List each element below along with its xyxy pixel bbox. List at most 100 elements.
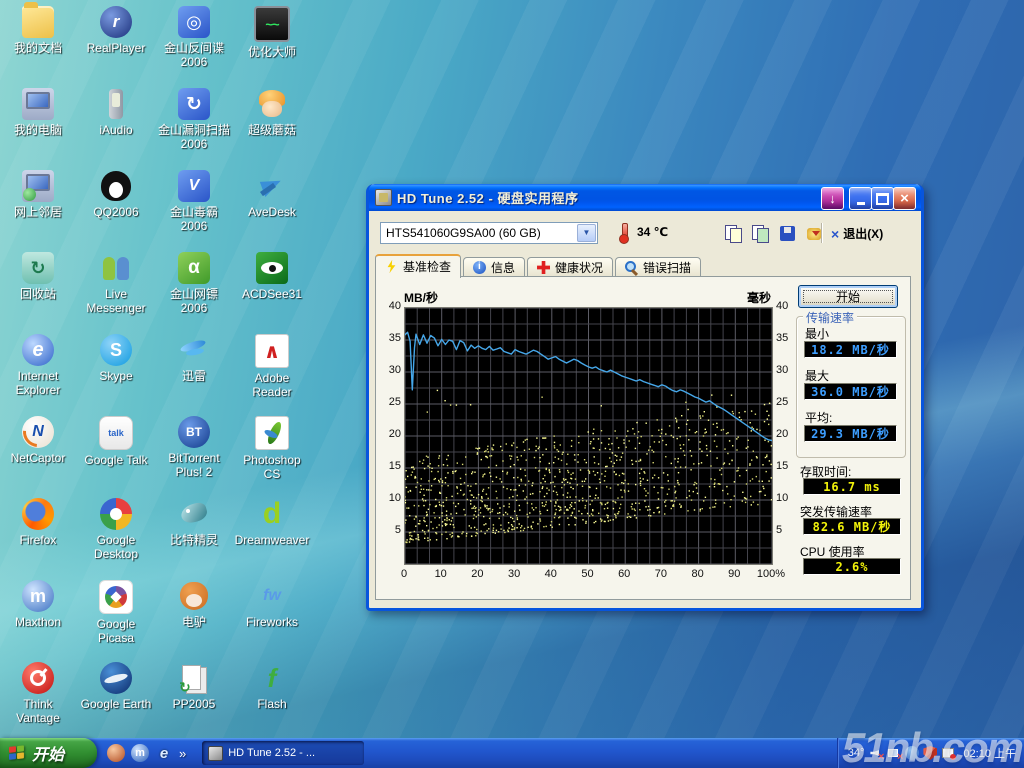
- google-desktop-icon[interactable]: [100, 498, 132, 530]
- desktop-icon-kingsoft-netshield[interactable]: 金山网镖 2006: [156, 252, 232, 315]
- bitspirit-icon[interactable]: [178, 498, 210, 530]
- close-button[interactable]: ×: [893, 187, 916, 210]
- copy-icon[interactable]: [721, 222, 746, 246]
- desktop-icon-maxthon[interactable]: Maxthon: [0, 580, 76, 629]
- google-earth-icon[interactable]: [100, 662, 132, 694]
- start-button[interactable]: 开始: [0, 738, 97, 768]
- desktop-icon-kingsoft-duba[interactable]: 金山毒霸 2006: [156, 170, 232, 233]
- desktop-icon-qq2006[interactable]: QQ2006: [78, 170, 154, 219]
- desktop-icon-kingsoft-scan[interactable]: 金山漏洞扫描 2006: [156, 88, 232, 151]
- iaudio-icon[interactable]: [100, 88, 132, 120]
- tray-task-scheduler-icon[interactable]: [941, 746, 955, 760]
- minimize-button[interactable]: [849, 187, 872, 210]
- youhua-dashi-icon[interactable]: [254, 6, 290, 42]
- live-messenger-icon[interactable]: [100, 252, 132, 284]
- desktop-icon-iaudio[interactable]: iAudio: [78, 88, 154, 137]
- emule-icon[interactable]: [178, 580, 210, 612]
- desktop-icon-dreamweaver[interactable]: Dreamweaver: [234, 498, 310, 547]
- tray-volume-muted-icon[interactable]: [869, 746, 883, 760]
- desktop-icon-thinkvantage[interactable]: Think Vantage: [0, 662, 76, 725]
- my-computer-icon[interactable]: [22, 88, 54, 120]
- acdsee-icon[interactable]: [256, 252, 288, 284]
- desktop-icon-xunlei[interactable]: 迅雷: [156, 334, 232, 383]
- tray-security-shield-icon[interactable]: [923, 746, 937, 760]
- kingsoft-scan-icon[interactable]: [178, 88, 210, 120]
- tab-benchmark[interactable]: 基准检查: [375, 254, 461, 278]
- desktop-icon-google-picasa[interactable]: Google Picasa: [78, 580, 154, 645]
- desktop-icon-pp2005[interactable]: PP2005: [156, 662, 232, 711]
- quick-launch-browser-swirl-icon[interactable]: [107, 744, 125, 762]
- maximize-button[interactable]: [871, 187, 894, 210]
- adobe-reader-icon[interactable]: [255, 334, 289, 368]
- skype-icon[interactable]: [100, 334, 132, 366]
- netcaptor-icon[interactable]: [22, 416, 54, 448]
- download-arrow-button[interactable]: ↓: [821, 187, 844, 210]
- desktop-icon-google-talk[interactable]: Google Talk: [78, 416, 154, 467]
- desktop-icon-bittorrent[interactable]: BitTorrent Plus! 2: [156, 416, 232, 479]
- tab-health[interactable]: 健康状况: [527, 257, 613, 278]
- network-places-icon[interactable]: [22, 170, 54, 202]
- super-mushroom-icon[interactable]: [256, 88, 288, 120]
- desktop-icon-firefox[interactable]: Firefox: [0, 498, 76, 547]
- doc-folder-icon[interactable]: [22, 6, 54, 38]
- desktop-icon-kingsoft-antispy[interactable]: 金山反间谍 2006: [156, 6, 232, 69]
- desktop-icon-youhua-dashi[interactable]: 优化大师: [234, 6, 310, 59]
- kingsoft-netshield-icon[interactable]: [178, 252, 210, 284]
- desktop-icon-bitspirit[interactable]: 比特精灵: [156, 498, 232, 547]
- photoshop-icon[interactable]: [255, 416, 289, 450]
- exit-button[interactable]: × 退出(X): [831, 225, 883, 242]
- bittorrent-icon[interactable]: [178, 416, 210, 448]
- kingsoft-duba-icon[interactable]: [178, 170, 210, 202]
- taskbar-task-button-hdtune[interactable]: HD Tune 2.52 - ...: [202, 741, 364, 765]
- window-titlebar[interactable]: HD Tune 2.52 - 硬盘实用程序 ↓ ×: [369, 184, 921, 211]
- desktop-icon-google-earth[interactable]: Google Earth: [78, 662, 154, 711]
- desktop-icon-fireworks[interactable]: Fireworks: [234, 580, 310, 629]
- tray-messenger-icon[interactable]: [905, 746, 919, 760]
- desktop-icon-recycle-bin[interactable]: 回收站: [0, 252, 76, 301]
- desktop-icon-doc-folder[interactable]: 我的文档: [0, 6, 76, 55]
- recycle-bin-icon[interactable]: [22, 252, 54, 284]
- desktop-icon-acdsee[interactable]: ACDSee31: [234, 252, 310, 301]
- desktop-icon-netcaptor[interactable]: NetCaptor: [0, 416, 76, 465]
- start-benchmark-button[interactable]: 开始: [798, 285, 898, 308]
- desktop-icon-photoshop[interactable]: Photoshop CS: [234, 416, 310, 481]
- save-icon[interactable]: [775, 222, 800, 246]
- desktop-icon-my-computer[interactable]: 我的电脑: [0, 88, 76, 137]
- google-talk-icon[interactable]: [99, 416, 133, 450]
- desktop-icon-emule[interactable]: 电驴: [156, 580, 232, 629]
- firefox-icon[interactable]: [22, 498, 54, 530]
- desktop-icon-avedesk[interactable]: AveDesk: [234, 170, 310, 219]
- tray-network-offline-icon[interactable]: [887, 746, 901, 760]
- desktop-icon-adobe-reader[interactable]: Adobe Reader: [234, 334, 310, 399]
- desktop-icon-live-messenger[interactable]: Live Messenger: [78, 252, 154, 315]
- desktop-icon-google-desktop[interactable]: Google Desktop: [78, 498, 154, 561]
- desktop-icon-skype[interactable]: Skype: [78, 334, 154, 383]
- kingsoft-antispy-icon[interactable]: [178, 6, 210, 38]
- tab-scan[interactable]: 错误扫描: [615, 257, 701, 278]
- desktop-icon-internet-explorer[interactable]: Internet Explorer: [0, 334, 76, 397]
- dreamweaver-icon[interactable]: [256, 498, 288, 530]
- drive-select-combobox[interactable]: HTS541060G9SA00 (60 GB) ▼: [380, 222, 598, 244]
- flash-icon[interactable]: [256, 662, 288, 694]
- maxthon-icon[interactable]: [22, 580, 54, 612]
- quick-launch-internet-explorer-icon[interactable]: [155, 744, 173, 762]
- xunlei-icon[interactable]: [178, 334, 210, 366]
- desktop-icon-network-places[interactable]: 网上邻居: [0, 170, 76, 219]
- desktop-icon-super-mushroom[interactable]: 超级蘑菇: [234, 88, 310, 137]
- quick-launch-chevron[interactable]: »: [179, 746, 186, 761]
- options-icon[interactable]: [802, 222, 827, 246]
- avedesk-icon[interactable]: [256, 170, 288, 202]
- quick-launch-maxthon-icon[interactable]: [131, 744, 149, 762]
- qq2006-icon[interactable]: [100, 170, 132, 202]
- internet-explorer-icon[interactable]: [22, 334, 54, 366]
- realplayer-icon[interactable]: [100, 6, 132, 38]
- copy-image-icon[interactable]: [748, 222, 773, 246]
- pp2005-icon[interactable]: [178, 662, 210, 694]
- tab-info[interactable]: 信息: [463, 257, 525, 278]
- desktop-icon-flash[interactable]: Flash: [234, 662, 310, 711]
- google-picasa-icon[interactable]: [99, 580, 133, 614]
- combobox-dropdown-button[interactable]: ▼: [577, 224, 596, 242]
- desktop-icon-realplayer[interactable]: RealPlayer: [78, 6, 154, 55]
- fireworks-icon[interactable]: [256, 580, 288, 612]
- thinkvantage-icon[interactable]: [22, 662, 54, 694]
